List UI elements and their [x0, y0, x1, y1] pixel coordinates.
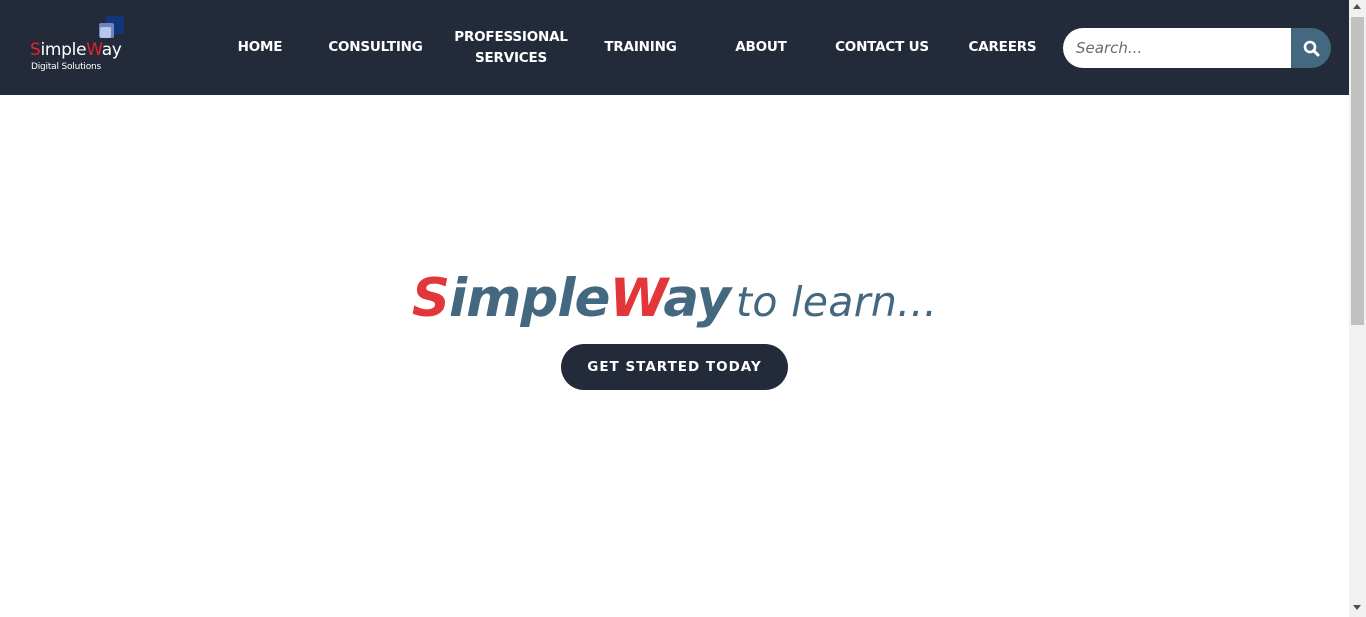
search-input[interactable]: [1063, 28, 1293, 68]
hero-brand-ay: ay: [663, 268, 731, 329]
logo-text-ay: ay: [101, 40, 122, 60]
nav-contact-us-label: CONTACT US: [835, 39, 929, 55]
nav-home-label: HOME: [237, 39, 283, 55]
page-scrollbar[interactable]: [1349, 0, 1366, 617]
nav-contact-us[interactable]: CONTACT US: [830, 0, 934, 95]
hero-heading: SimpleWay to learn...: [0, 268, 1349, 329]
hero-brand-imple: imple: [448, 268, 610, 329]
nav-training[interactable]: TRAINING: [600, 0, 681, 95]
site-header: SimpleWay Digital Solutions HOME CONSULT…: [0, 0, 1349, 95]
logo-letter-w: W: [86, 40, 102, 60]
hero-tagline: to learn...: [736, 278, 938, 326]
nav-consulting-label: CONSULTING: [328, 39, 423, 55]
scroll-down-arrow-icon[interactable]: [1353, 605, 1361, 610]
nav-professional-services-line1: PROFESSIONAL: [454, 28, 568, 45]
nav-training-label: TRAINING: [604, 39, 677, 55]
nav-about[interactable]: ABOUT: [730, 0, 792, 95]
hero-brand-s: S: [411, 268, 450, 329]
nav-about-label: ABOUT: [735, 39, 787, 55]
nav-professional-services-line2: SERVICES: [474, 49, 548, 66]
search-button[interactable]: [1291, 28, 1331, 68]
search-icon: [1303, 40, 1319, 56]
hero-brand: SimpleWay: [411, 268, 731, 329]
nav-careers[interactable]: CAREERS: [966, 0, 1039, 95]
nav-home[interactable]: HOME: [230, 0, 290, 95]
search-form: [1063, 28, 1331, 68]
logo-text-imple: imple: [40, 40, 87, 60]
logo-square-light: [100, 27, 111, 38]
scrollbar-thumb[interactable]: [1351, 17, 1364, 325]
nav-careers-label: CAREERS: [968, 39, 1037, 55]
hero-brand-w: W: [609, 268, 664, 329]
logo-letter-s: S: [30, 40, 41, 60]
logo-wordmark: SimpleWay: [30, 40, 122, 60]
nav-consulting[interactable]: CONSULTING: [325, 0, 426, 95]
logo-subtitle: Digital Solutions: [31, 62, 102, 72]
site-logo[interactable]: SimpleWay Digital Solutions: [26, 14, 136, 78]
nav-professional-services[interactable]: PROFESSIONAL SERVICES: [454, 0, 568, 95]
get-started-button[interactable]: GET STARTED TODAY: [561, 344, 788, 390]
scroll-up-arrow-icon[interactable]: [1353, 4, 1361, 9]
